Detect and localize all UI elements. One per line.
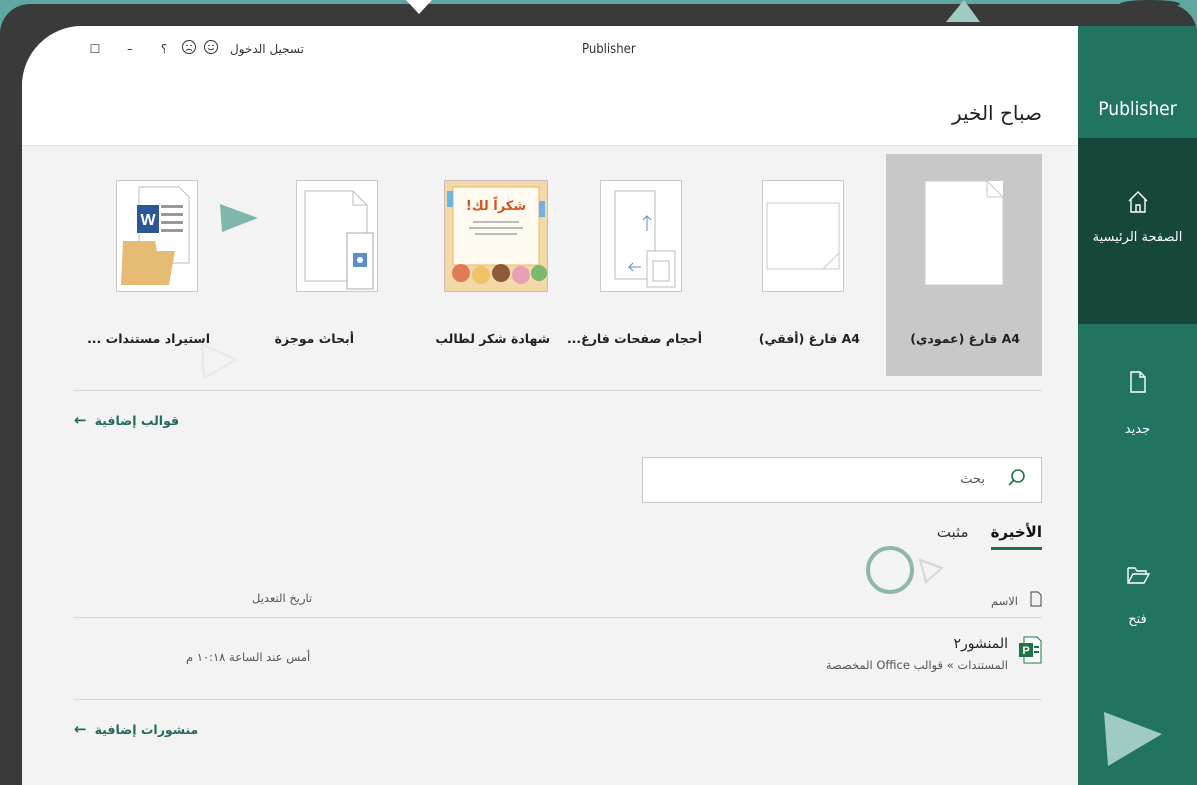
svg-text:P: P [1022, 645, 1029, 657]
sidebar-item-label: الصفحة الرئيسية [1092, 230, 1183, 245]
gallery-divider [74, 390, 1042, 391]
sidebar-item-label: فتح [1128, 612, 1147, 627]
name-column-label: الاسم [990, 593, 1018, 608]
certificate-heading: شكراً لك! [465, 199, 527, 214]
template-a4-landscape[interactable]: A4 فارغ (أفقي) [728, 154, 884, 376]
certificate-thumbnail: شكراً لك! [444, 180, 548, 292]
svg-text:W: W [140, 212, 156, 229]
restore-button[interactable]: ☐ [80, 42, 110, 56]
greeting-heading: صباح الخير [951, 101, 1042, 125]
sign-in-link[interactable]: تسجيل الدخول [230, 42, 304, 56]
help-button[interactable]: ؟ [150, 42, 178, 56]
more-publications-link[interactable]: منشورات إضافية ← [74, 720, 198, 738]
research-thumbnail [296, 180, 378, 292]
more-publications-label: منشورات إضافية [94, 721, 199, 737]
search-placeholder: بحث [960, 472, 985, 487]
template-a4-portrait[interactable]: A4 فارغ (عمودي) [886, 154, 1042, 376]
device-frame: ☐ – ؟ تسجيل الدخول Publisher صباح الخير [0, 4, 1197, 785]
search-icon [1007, 468, 1027, 492]
blank-portrait-thumbnail [924, 180, 1004, 286]
sidebar-item-label: جديد [1124, 422, 1151, 437]
triangle-decoration [406, 0, 432, 14]
window-controls: ☐ – ؟ تسجيل الدخول [80, 39, 304, 58]
sidebar-item-home[interactable]: الصفحة الرئيسية [1078, 138, 1197, 324]
smile-icon[interactable] [200, 39, 222, 58]
template-label: A4 فارغ (عمودي) [910, 331, 1020, 346]
document-icon [1030, 591, 1042, 610]
tab-recent[interactable]: الأخيرة [990, 523, 1042, 550]
app-name: Publisher [1098, 98, 1177, 120]
triangle-decoration [1104, 712, 1162, 766]
template-brief-research[interactable]: أبحاث موجزة [252, 154, 408, 376]
arrow-left-icon: ← [74, 411, 87, 429]
publisher-window: ☐ – ؟ تسجيل الدخول Publisher صباح الخير [22, 26, 1078, 785]
template-label: أحجام صفحات فارغ... [566, 331, 702, 346]
more-templates-label: قوالب إضافية [94, 412, 180, 428]
home-icon [1078, 190, 1197, 218]
template-label: A4 فارغ (أفقي) [758, 331, 860, 346]
search-box[interactable]: بحث [642, 457, 1042, 503]
backstage-sidebar: Publisher الصفحة الرئيسية جديد فتح [1078, 26, 1197, 785]
list-header-divider [74, 617, 1042, 618]
word-import-thumbnail: W [116, 180, 198, 292]
publisher-file-icon: P [1018, 636, 1042, 668]
arrow-left-icon: ← [74, 720, 87, 738]
frown-icon[interactable] [178, 39, 200, 58]
table-row[interactable]: P المنشور٢ المستندات » قوالب Office المخ… [74, 622, 1042, 700]
sidebar-item-new[interactable]: جديد [1078, 360, 1197, 470]
template-thank-you-certificate[interactable]: شكراً لك! شهادة شكر لطالب [408, 154, 564, 376]
window-title: Publisher [582, 42, 636, 57]
template-label: أبحاث موجزة [274, 331, 354, 346]
template-blank-page-sizes[interactable]: أحجام صفحات فارغ... [566, 154, 722, 376]
triangle-outline-decoration [200, 342, 239, 380]
page-sizes-thumbnail [600, 180, 682, 292]
column-header-name[interactable]: الاسم [991, 591, 1042, 610]
file-name: المنشور٢ [953, 636, 1009, 652]
triangle-decoration [946, 0, 980, 22]
file-modified: أمس عند الساعة ١٠:١٨ م [186, 650, 311, 664]
list-footer-divider [74, 699, 1042, 700]
minimize-button[interactable]: – [110, 42, 150, 56]
sidebar-item-open[interactable]: فتح [1078, 554, 1197, 664]
blank-landscape-thumbnail [762, 180, 844, 292]
column-header-modified[interactable]: تاريخ التعديل [252, 591, 312, 605]
title-bar: ☐ – ؟ تسجيل الدخول Publisher [22, 26, 1078, 74]
file-tabs: الأخيرة مثبت [937, 523, 1042, 550]
new-document-icon [1078, 370, 1197, 398]
template-label: شهادة شكر لطالب [435, 331, 550, 346]
more-templates-link[interactable]: قوالب إضافية ← [74, 411, 179, 429]
open-folder-icon [1078, 564, 1197, 590]
circle-outline-decoration [866, 546, 944, 594]
triangle-decoration [220, 204, 258, 232]
file-path: المستندات » قوالب Office المخصصة [825, 658, 1008, 672]
